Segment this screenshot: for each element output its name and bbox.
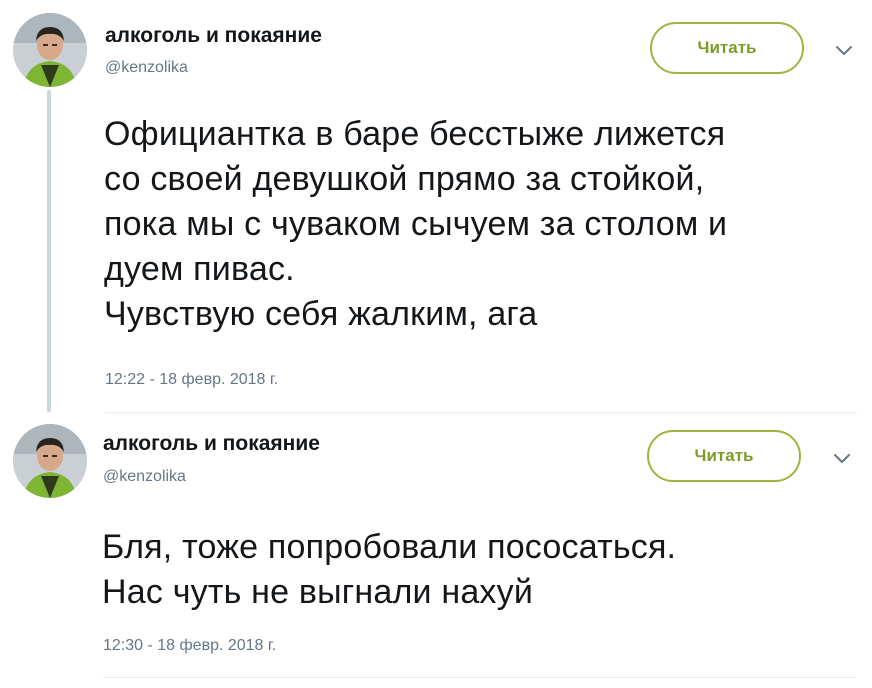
avatar[interactable] [13,13,87,87]
handle[interactable]: @kenzolika [103,468,186,486]
handle[interactable]: @kenzolika [105,59,188,77]
tweet-text: Официантка в баре бесстыже лижется со св… [104,115,728,333]
tweet-2: алкоголь и покаяние @kenzolika Читать Бл… [0,415,872,688]
timestamp[interactable]: 12:30 - 18 февр. 2018 г. [103,637,276,655]
divider [103,677,855,678]
display-name[interactable]: алкоголь и покаяние [105,24,322,48]
timestamp[interactable]: 12:22 - 18 февр. 2018 г. [105,371,278,389]
chevron-down-icon[interactable] [832,38,856,62]
display-name[interactable]: алкоголь и покаяние [103,432,320,456]
chevron-down-icon[interactable] [830,446,854,470]
avatar-photo-icon [13,424,87,498]
divider [105,412,857,413]
tweet-1: алкоголь и покаяние @kenzolika Читать Оф… [0,0,872,415]
follow-button[interactable]: Читать [647,430,801,482]
tweet-text: Бля, тоже попробовали пососаться. Нас чу… [102,528,677,611]
avatar-photo-icon [13,13,87,87]
follow-button[interactable]: Читать [650,22,804,74]
avatar[interactable] [13,424,87,498]
